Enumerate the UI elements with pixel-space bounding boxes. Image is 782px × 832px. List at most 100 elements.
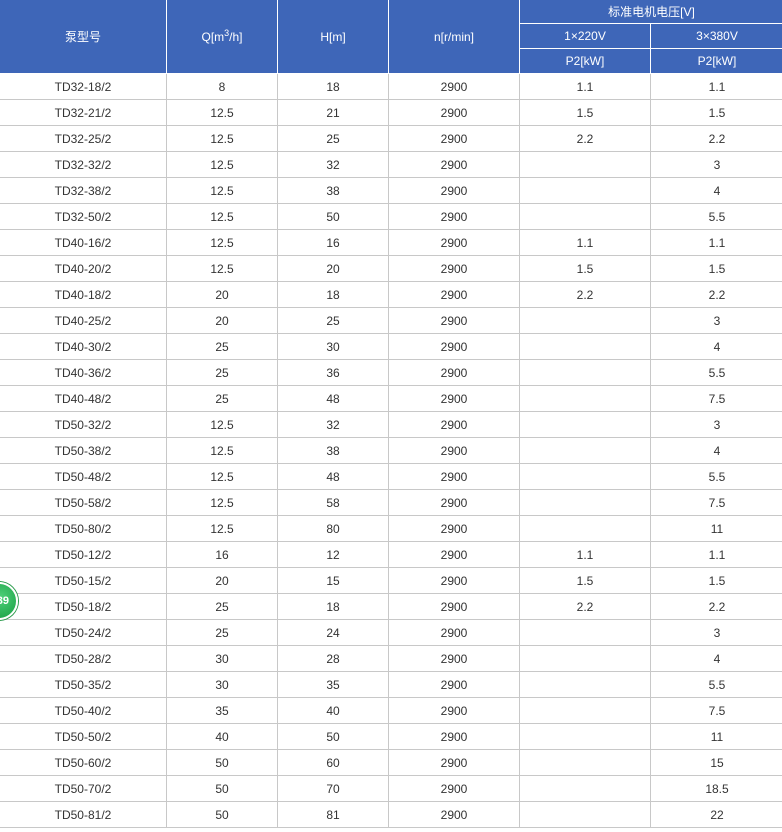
cell-speed: 2900 <box>388 723 520 750</box>
table-row: TD50-32/2 12.5 32 2900 3 <box>0 411 782 438</box>
cell-model: TD50-50/2 <box>0 723 167 750</box>
cell-flow: 25 <box>166 619 278 646</box>
cell-power-3x380: 7.5 <box>650 697 782 724</box>
cell-model: TD50-18/2 <box>0 593 167 620</box>
cell-flow: 20 <box>166 567 278 594</box>
cell-flow: 50 <box>166 801 278 828</box>
cell-head: 25 <box>277 307 389 334</box>
cell-power-3x380: 2.2 <box>650 281 782 308</box>
cell-flow: 8 <box>166 73 278 100</box>
cell-model: TD40-48/2 <box>0 385 167 412</box>
cell-speed: 2900 <box>388 73 520 100</box>
header-flow-tail: /h] <box>229 29 243 44</box>
cell-power-3x380: 5.5 <box>650 463 782 490</box>
cell-flow: 12.5 <box>166 411 278 438</box>
cell-head: 70 <box>277 775 389 802</box>
header-head: H[m] <box>277 0 389 74</box>
cell-power-1x220 <box>519 151 651 178</box>
table-row: TD40-36/2 25 36 2900 5.5 <box>0 359 782 386</box>
cell-model: TD40-16/2 <box>0 229 167 256</box>
cell-flow: 25 <box>166 333 278 360</box>
cell-model: TD32-50/2 <box>0 203 167 230</box>
floating-badge-text: 39 <box>0 595 9 607</box>
cell-power-3x380: 3 <box>650 411 782 438</box>
cell-power-1x220 <box>519 385 651 412</box>
table-row: TD40-18/2 20 18 2900 2.2 2.2 <box>0 281 782 308</box>
table-row: TD50-50/2 40 50 2900 11 <box>0 723 782 750</box>
table-row: TD50-60/2 50 60 2900 15 <box>0 749 782 776</box>
cell-head: 50 <box>277 723 389 750</box>
cell-power-3x380: 1.5 <box>650 255 782 282</box>
cell-head: 48 <box>277 463 389 490</box>
cell-head: 20 <box>277 255 389 282</box>
cell-power-1x220 <box>519 645 651 672</box>
cell-speed: 2900 <box>388 749 520 776</box>
header-power-3x380: P2[kW] <box>650 48 782 74</box>
cell-head: 15 <box>277 567 389 594</box>
cell-model: TD50-12/2 <box>0 541 167 568</box>
cell-power-3x380: 7.5 <box>650 489 782 516</box>
cell-power-1x220: 1.1 <box>519 541 651 568</box>
cell-head: 18 <box>277 73 389 100</box>
cell-speed: 2900 <box>388 255 520 282</box>
cell-head: 38 <box>277 437 389 464</box>
cell-head: 40 <box>277 697 389 724</box>
cell-speed: 2900 <box>388 515 520 542</box>
cell-flow: 25 <box>166 385 278 412</box>
cell-power-1x220: 1.5 <box>519 567 651 594</box>
cell-model: TD50-80/2 <box>0 515 167 542</box>
cell-flow: 40 <box>166 723 278 750</box>
cell-power-1x220 <box>519 307 651 334</box>
cell-head: 35 <box>277 671 389 698</box>
cell-model: TD40-30/2 <box>0 333 167 360</box>
cell-power-1x220 <box>519 203 651 230</box>
table-body: TD32-18/2 8 18 2900 1.1 1.1 TD32-21/2 12.5 21 290… <box>0 73 782 828</box>
cell-power-3x380: 2.2 <box>650 593 782 620</box>
cell-flow: 20 <box>166 281 278 308</box>
cell-model: TD32-32/2 <box>0 151 167 178</box>
cell-power-3x380: 4 <box>650 645 782 672</box>
cell-flow: 12.5 <box>166 463 278 490</box>
header-model: 泵型号 <box>0 0 167 74</box>
cell-model: TD50-35/2 <box>0 671 167 698</box>
cell-speed: 2900 <box>388 593 520 620</box>
cell-model: TD50-24/2 <box>0 619 167 646</box>
cell-power-1x220 <box>519 177 651 204</box>
cell-speed: 2900 <box>388 567 520 594</box>
cell-power-3x380: 5.5 <box>650 203 782 230</box>
cell-flow: 12.5 <box>166 229 278 256</box>
cell-power-3x380: 5.5 <box>650 671 782 698</box>
cell-speed: 2900 <box>388 151 520 178</box>
cell-flow: 35 <box>166 697 278 724</box>
table-row: TD40-30/2 25 30 2900 4 <box>0 333 782 360</box>
cell-power-1x220 <box>519 749 651 776</box>
table-row: TD50-40/2 35 40 2900 7.5 <box>0 697 782 724</box>
cell-model: TD50-81/2 <box>0 801 167 828</box>
table-row: TD32-18/2 8 18 2900 1.1 1.1 <box>0 73 782 100</box>
cell-power-3x380: 18.5 <box>650 775 782 802</box>
cell-head: 21 <box>277 99 389 126</box>
cell-power-1x220: 1.5 <box>519 99 651 126</box>
cell-power-1x220 <box>519 671 651 698</box>
cell-speed: 2900 <box>388 437 520 464</box>
cell-head: 24 <box>277 619 389 646</box>
cell-model: TD40-25/2 <box>0 307 167 334</box>
table-row: TD32-32/2 12.5 32 2900 3 <box>0 151 782 178</box>
cell-flow: 50 <box>166 775 278 802</box>
cell-model: TD32-38/2 <box>0 177 167 204</box>
cell-power-1x220: 1.5 <box>519 255 651 282</box>
cell-power-1x220: 2.2 <box>519 281 651 308</box>
cell-power-3x380: 11 <box>650 515 782 542</box>
cell-power-1x220 <box>519 463 651 490</box>
table-row: TD40-16/2 12.5 16 2900 1.1 1.1 <box>0 229 782 256</box>
cell-head: 18 <box>277 593 389 620</box>
cell-flow: 12.5 <box>166 177 278 204</box>
cell-power-1x220: 1.1 <box>519 73 651 100</box>
cell-power-3x380: 22 <box>650 801 782 828</box>
cell-speed: 2900 <box>388 281 520 308</box>
cell-power-1x220 <box>519 333 651 360</box>
cell-power-3x380: 7.5 <box>650 385 782 412</box>
cell-power-1x220 <box>519 515 651 542</box>
cell-speed: 2900 <box>388 125 520 152</box>
cell-head: 32 <box>277 151 389 178</box>
